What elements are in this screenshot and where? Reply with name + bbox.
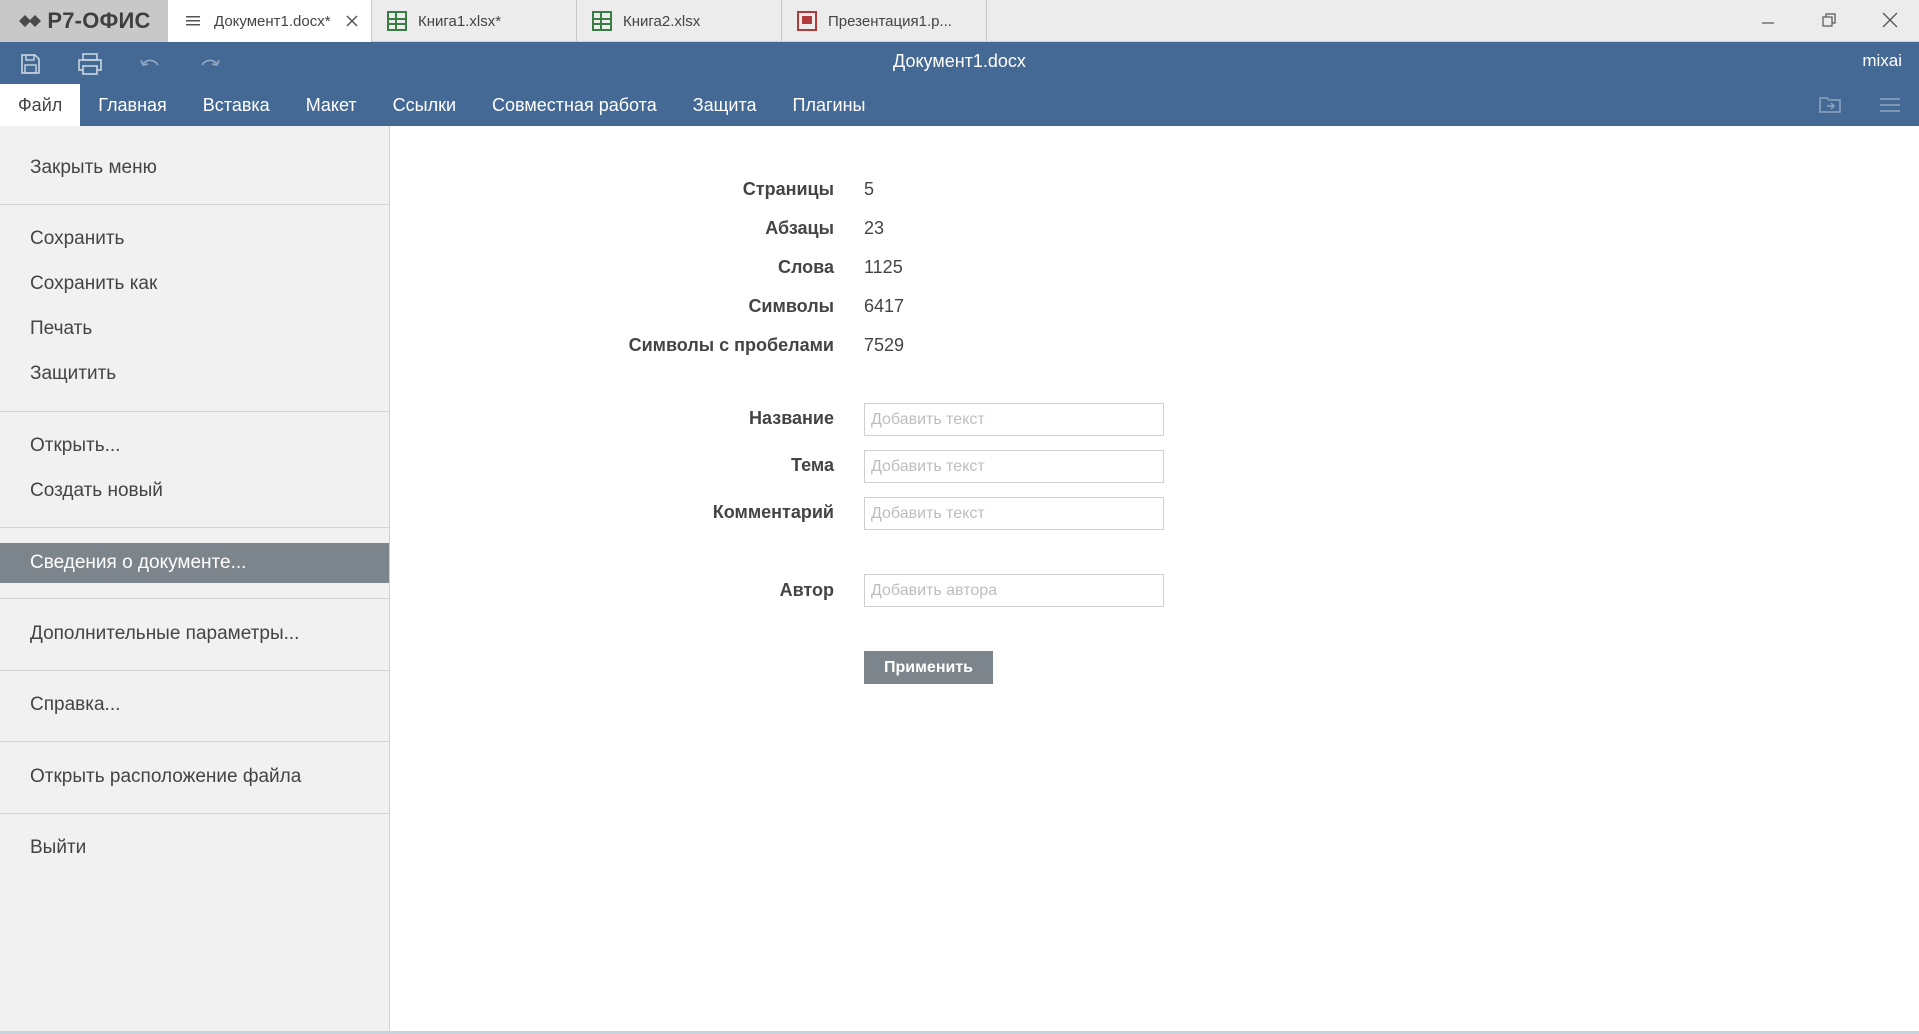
author-input[interactable] — [864, 574, 1164, 607]
minimize-icon — [1761, 22, 1774, 24]
folder-open-icon — [1819, 97, 1841, 113]
symbols-label: Символы — [748, 296, 834, 316]
view-settings-button[interactable] — [1875, 93, 1905, 117]
comment-input[interactable] — [864, 497, 1164, 530]
apply-button[interactable]: Применить — [864, 651, 993, 684]
menu-divider — [0, 670, 389, 671]
app-brand-label: Р7-ОФИС — [47, 8, 151, 33]
tab-book1[interactable]: Книга1.xlsx* — [372, 0, 577, 42]
restore-icon — [1821, 13, 1836, 27]
tab-references[interactable]: Ссылки — [375, 84, 474, 126]
tab-document1[interactable]: Документ1.docx* — [168, 0, 372, 42]
tab-insert[interactable]: Вставка — [185, 84, 288, 126]
symbols-value: 6417 — [864, 296, 905, 316]
close-icon — [1882, 12, 1897, 28]
menu-divider — [0, 598, 389, 599]
protect-item[interactable]: Защитить — [0, 354, 389, 394]
tab-label: Книга1.xlsx* — [418, 12, 502, 30]
editor-header: Документ1.docx mixai Файл Главная Вставк… — [0, 42, 1919, 126]
hamburger-icon — [1880, 98, 1900, 112]
create-new-item[interactable]: Создать новый — [0, 471, 389, 511]
document-info-item[interactable]: Сведения о документе... — [0, 543, 389, 583]
comment-label: Комментарий — [712, 502, 834, 522]
advanced-settings-item[interactable]: Дополнительные параметры... — [0, 614, 389, 654]
tab-protection[interactable]: Защита — [675, 84, 775, 126]
title-label: Название — [749, 408, 834, 428]
help-item[interactable]: Справка... — [0, 685, 389, 725]
pages-label: Страницы — [742, 179, 834, 199]
words-label: Слова — [777, 257, 834, 277]
spreadsheet-icon — [386, 10, 408, 32]
tab-plugins[interactable]: Плагины — [775, 84, 884, 126]
tab-book2[interactable]: Книга2.xlsx — [577, 0, 782, 42]
tab-label: Презентация1.р... — [828, 12, 952, 30]
tab-file[interactable]: Файл — [0, 84, 81, 126]
spreadsheet-icon — [591, 10, 613, 32]
paragraphs-value: 23 — [864, 218, 885, 238]
app-brand[interactable]: Р7-ОФИС — [0, 0, 168, 42]
presentation-icon — [796, 10, 818, 32]
save-item[interactable]: Сохранить — [0, 219, 389, 259]
title-bar: Р7-ОФИС Документ1.docx* Книга1.xlsx* Кни… — [0, 0, 1919, 42]
author-label: Автор — [779, 580, 834, 600]
open-file-location-item[interactable]: Открыть расположение файла — [0, 757, 389, 797]
open-file-location-button[interactable] — [1815, 93, 1845, 117]
menu-divider — [0, 527, 389, 528]
file-menu-panel: Закрыть меню Сохранить Сохранить как Печ… — [0, 126, 390, 1034]
tab-label: Документ1.docx* — [214, 12, 331, 30]
close-menu-item[interactable]: Закрыть меню — [0, 148, 389, 188]
subject-input[interactable] — [864, 450, 1164, 483]
title-input[interactable] — [864, 403, 1164, 436]
close-window-button[interactable] — [1859, 0, 1919, 40]
document-icon — [182, 10, 204, 32]
menu-divider — [0, 411, 389, 412]
tab-home[interactable]: Главная — [80, 84, 185, 126]
tab-presentation1[interactable]: Презентация1.р... — [782, 0, 987, 42]
pages-value: 5 — [864, 179, 875, 199]
logo-icon — [19, 15, 42, 27]
save-as-item[interactable]: Сохранить как — [0, 264, 389, 304]
symbols-with-spaces-value: 7529 — [864, 335, 905, 355]
menu-divider — [0, 813, 389, 814]
restore-button[interactable] — [1798, 0, 1859, 40]
main-menu: Файл Главная Вставка Макет Ссылки Совмес… — [0, 84, 883, 126]
exit-item[interactable]: Выйти — [0, 828, 389, 868]
document-title: Документ1.docx — [893, 51, 1026, 71]
menu-divider — [0, 204, 389, 205]
tab-label: Книга2.xlsx — [623, 12, 701, 30]
open-item[interactable]: Открыть... — [0, 426, 389, 466]
tab-collaboration[interactable]: Совместная работа — [474, 84, 675, 126]
print-item[interactable]: Печать — [0, 309, 389, 349]
symbols-with-spaces-label: Символы с пробелами — [628, 335, 834, 355]
menu-divider — [0, 741, 389, 742]
tab-layout[interactable]: Макет — [288, 84, 375, 126]
paragraphs-label: Абзацы — [765, 218, 834, 238]
subject-label: Тема — [791, 455, 834, 475]
close-tab-icon[interactable] — [343, 12, 361, 30]
user-name[interactable]: mixai — [1862, 51, 1902, 71]
words-value: 1125 — [864, 257, 903, 277]
minimize-button[interactable] — [1737, 0, 1798, 40]
